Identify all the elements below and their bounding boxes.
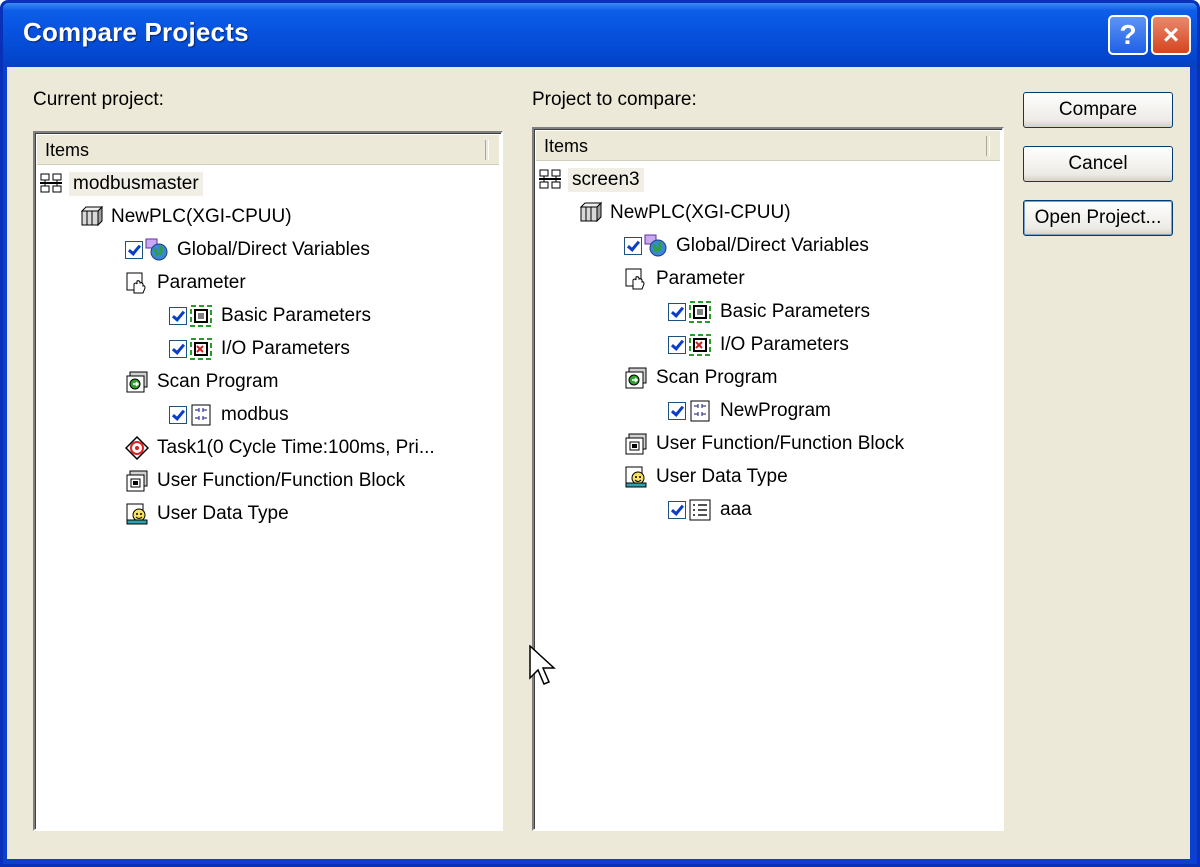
- mouse-cursor-icon: [529, 645, 556, 685]
- tree-item-label: modbusmaster: [69, 172, 203, 196]
- compare-projects-dialog: Compare Projects ? × Current project: Pr…: [0, 0, 1200, 867]
- tree-item-data-type[interactable]: aaa: [668, 495, 752, 525]
- basic-parameters-icon: [689, 301, 711, 323]
- tree-item-project[interactable]: screen3: [538, 165, 644, 195]
- parameter-icon: [126, 272, 146, 294]
- project-to-compare-label: Project to compare:: [532, 89, 697, 110]
- checkbox[interactable]: [668, 303, 686, 321]
- tree-item-scan-program[interactable]: Scan Program: [125, 367, 278, 397]
- dialog-body: Current project: Project to compare: Ite…: [7, 67, 1190, 859]
- column-label: Items: [45, 140, 90, 160]
- tree-item-user-function[interactable]: User Function/Function Block: [125, 466, 405, 496]
- parameter-icon: [625, 268, 645, 290]
- tree-item-label: Task1(0 Cycle Time:100ms, Pri...: [157, 437, 435, 458]
- user-function-icon: [126, 470, 148, 492]
- global-variables-icon: [145, 238, 168, 261]
- tree-item-label: User Function/Function Block: [656, 433, 905, 454]
- scan-program-icon: [126, 371, 148, 393]
- tree-item-label: I/O Parameters: [720, 334, 849, 355]
- tree-item-label: NewPLC(XGI-CPUU): [610, 202, 791, 223]
- tree-item-task[interactable]: Task1(0 Cycle Time:100ms, Pri...: [125, 433, 435, 463]
- close-button[interactable]: ×: [1151, 15, 1191, 55]
- data-type-icon: [689, 499, 711, 521]
- checkbox[interactable]: [169, 340, 187, 358]
- program-icon: [191, 404, 211, 426]
- tree-item-label: I/O Parameters: [221, 338, 350, 359]
- checkbox[interactable]: [668, 336, 686, 354]
- cancel-button[interactable]: Cancel: [1023, 146, 1173, 182]
- help-button[interactable]: ?: [1108, 15, 1148, 55]
- tree-item-user-function[interactable]: User Function/Function Block: [624, 429, 904, 459]
- io-parameters-icon: [689, 334, 711, 356]
- tree-item-label: Parameter: [656, 268, 745, 289]
- tree-item-parameter[interactable]: Parameter: [125, 268, 246, 298]
- column-separator[interactable]: [986, 136, 990, 156]
- checkbox[interactable]: [125, 241, 143, 259]
- items-column-header[interactable]: Items: [37, 135, 499, 165]
- io-parameters-icon: [190, 338, 212, 360]
- dialog-title: Compare Projects: [23, 17, 249, 47]
- tree-item-label: Global/Direct Variables: [177, 239, 370, 260]
- checkbox[interactable]: [668, 501, 686, 519]
- user-function-icon: [625, 433, 647, 455]
- project-icon: [40, 173, 62, 193]
- scan-program-icon: [625, 367, 647, 389]
- items-column-header[interactable]: Items: [536, 131, 1000, 161]
- open-project-button[interactable]: Open Project...: [1023, 200, 1173, 236]
- checkbox[interactable]: [169, 307, 187, 325]
- tree-item-label: User Function/Function Block: [157, 470, 406, 491]
- tree-item-global-variables[interactable]: Global/Direct Variables: [125, 235, 370, 265]
- tree-item-program[interactable]: NewProgram: [668, 396, 831, 426]
- tree-item-plc[interactable]: NewPLC(XGI-CPUU): [578, 198, 791, 228]
- compare-button[interactable]: Compare: [1023, 92, 1173, 128]
- compare-project-tree[interactable]: Items screen3 NewPLC(XGI-CPUU) Global/Di…: [532, 127, 1004, 831]
- tree-item-parameter[interactable]: Parameter: [624, 264, 745, 294]
- tree-item-label: Scan Program: [656, 367, 778, 388]
- column-label: Items: [544, 136, 589, 156]
- tree-item-label: modbus: [221, 404, 289, 425]
- tree-item-label: NewPLC(XGI-CPUU): [111, 206, 292, 227]
- plc-icon: [80, 205, 103, 227]
- tree-item-user-data-type[interactable]: User Data Type: [624, 462, 788, 492]
- tree-item-label: screen3: [568, 168, 644, 192]
- checkbox[interactable]: [169, 406, 187, 424]
- tree-item-label: User Data Type: [656, 466, 788, 487]
- tree-item-io-parameters[interactable]: I/O Parameters: [668, 330, 849, 360]
- tree-item-label: User Data Type: [157, 503, 289, 524]
- plc-icon: [579, 201, 602, 223]
- current-project-tree[interactable]: Items modbusmaster NewPLC(XGI-CPUU) Glob…: [33, 131, 503, 831]
- project-icon: [539, 169, 561, 189]
- title-bar[interactable]: Compare Projects ? ×: [3, 3, 1197, 67]
- tree-item-label: aaa: [720, 499, 752, 520]
- tree-item-label: Scan Program: [157, 371, 279, 392]
- tree-item-project[interactable]: modbusmaster: [39, 169, 203, 199]
- tree-item-scan-program[interactable]: Scan Program: [624, 363, 777, 393]
- task-icon: [125, 436, 149, 460]
- user-data-type-icon: [126, 503, 148, 525]
- checkbox[interactable]: [624, 237, 642, 255]
- tree-item-plc[interactable]: NewPLC(XGI-CPUU): [79, 202, 292, 232]
- tree-item-program[interactable]: modbus: [169, 400, 289, 430]
- tree-item-basic-parameters[interactable]: Basic Parameters: [668, 297, 870, 327]
- tree-item-label: NewProgram: [720, 400, 831, 421]
- tree-item-global-variables[interactable]: Global/Direct Variables: [624, 231, 869, 261]
- program-icon: [690, 400, 710, 422]
- tree-item-io-parameters[interactable]: I/O Parameters: [169, 334, 350, 364]
- column-separator[interactable]: [485, 140, 489, 160]
- user-data-type-icon: [625, 466, 647, 488]
- tree-item-label: Basic Parameters: [221, 305, 371, 326]
- tree-item-label: Global/Direct Variables: [676, 235, 869, 256]
- checkbox[interactable]: [668, 402, 686, 420]
- current-project-label: Current project:: [33, 89, 164, 110]
- tree-item-user-data-type[interactable]: User Data Type: [125, 499, 289, 529]
- tree-item-label: Basic Parameters: [720, 301, 870, 322]
- basic-parameters-icon: [190, 305, 212, 327]
- global-variables-icon: [644, 234, 667, 257]
- tree-item-basic-parameters[interactable]: Basic Parameters: [169, 301, 371, 331]
- tree-item-label: Parameter: [157, 272, 246, 293]
